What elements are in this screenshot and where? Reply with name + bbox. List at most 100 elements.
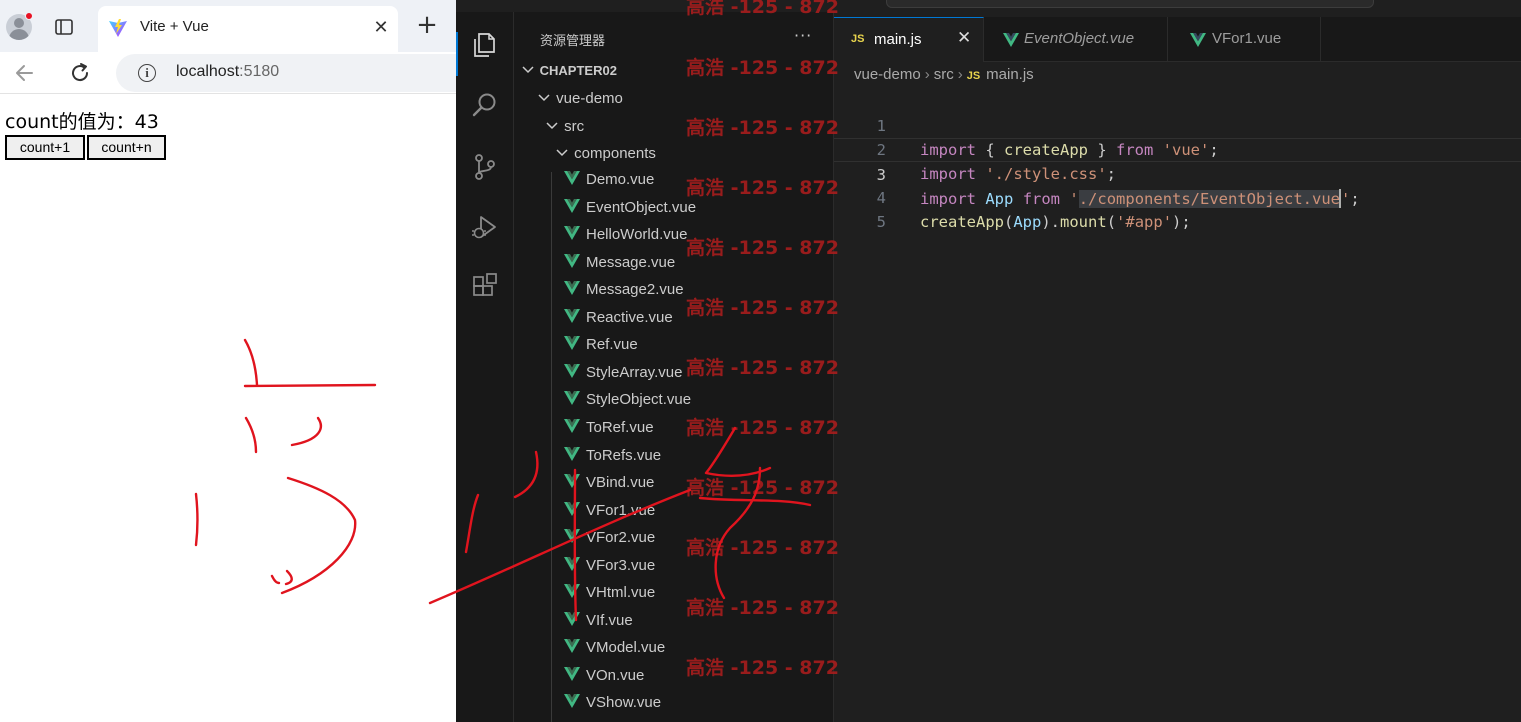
chevron-down-icon (522, 66, 534, 74)
code-line: 1 import { createApp } from 'vue'; (834, 90, 1521, 159)
vue-file-icon (564, 391, 580, 406)
screen: Vite + Vue ✕ + i localhost:5180 count的值为… (0, 0, 1521, 722)
site-info-icon[interactable]: i (138, 64, 156, 82)
vue-file-icon (564, 171, 580, 185)
file-label: Message.vue (586, 253, 676, 271)
file-label: Message2.vue (586, 281, 684, 299)
file-item[interactable]: VFor2.vue (564, 529, 655, 556)
watermark-text: 高浩 -125 - 872 (686, 57, 839, 79)
browser-tab-strip: Vite + Vue ✕ + (0, 0, 456, 52)
file-item[interactable]: HelloWorld.vue (564, 226, 687, 253)
tree-indent-guide (551, 172, 552, 722)
code-line-current: 3 import App from './components/EventObj… (834, 138, 1521, 208)
file-label: VFor2.vue (586, 529, 656, 547)
file-item[interactable]: VBind.vue (564, 474, 654, 501)
editor-tab-eventobject[interactable]: EventObject.vue (984, 17, 1168, 62)
folder-src[interactable]: src (544, 117, 584, 144)
file-item[interactable]: StyleArray.vue (564, 363, 682, 391)
editor-tab-vfor1[interactable]: VFor1.vue (1168, 17, 1321, 62)
editor-area: JS main.js ✕ EventObject.vue VFor1.vue v… (834, 12, 1521, 722)
browser-window: Vite + Vue ✕ + i localhost:5180 count的值为… (0, 0, 456, 722)
watermark-text: 高浩 -125 - 872 (686, 117, 839, 139)
folder-label: vue-demo (556, 90, 623, 107)
file-item[interactable]: VOn.vue (564, 666, 645, 694)
watermark-text: 高浩 -125 - 872 (686, 297, 839, 319)
js-file-icon: JS (851, 33, 865, 45)
file-item[interactable]: Ref.vue (564, 336, 638, 363)
chevron-down-icon (546, 122, 558, 130)
breadcrumb-item[interactable]: src (934, 66, 954, 83)
title-bar (456, 0, 1521, 12)
folder-components[interactable]: components (554, 144, 656, 171)
chevron-right-icon: › (924, 66, 930, 83)
editor-tab-label: main.js (874, 31, 922, 48)
watermark-text: 高浩 -125 - 872 (686, 177, 839, 199)
code-line: 4 createApp(App).mount('#app'); (834, 162, 1521, 231)
file-item[interactable]: VFor3.vue (564, 556, 656, 584)
explorer-icon[interactable] (470, 30, 500, 60)
file-item[interactable]: VIf.vue (564, 611, 633, 639)
file-item[interactable]: ToRefs.vue (564, 446, 662, 474)
search-icon[interactable] (470, 90, 500, 120)
file-item[interactable]: VShow.vue (564, 694, 661, 721)
vue-file-icon (564, 501, 580, 516)
vue-file-icon (564, 308, 580, 323)
file-label: ToRefs.vue (586, 446, 662, 464)
file-label: VOn.vue (586, 666, 645, 684)
folder-vue-demo[interactable]: vue-demo (536, 89, 623, 116)
run-debug-icon[interactable] (470, 212, 500, 242)
count-display: count的值为：43 (5, 111, 159, 133)
watermark-text: 高浩 -125 - 872 (686, 657, 839, 679)
file-item[interactable]: ToRef.vue (564, 418, 654, 446)
file-item[interactable]: Message2.vue (564, 281, 684, 308)
editor-tab-main-js[interactable]: JS main.js ✕ (834, 17, 984, 62)
file-label: ToRef.vue (586, 418, 654, 436)
editor-tab-label: EventObject.vue (1024, 30, 1135, 47)
file-label: VFor3.vue (586, 556, 656, 574)
vue-file-icon (564, 281, 580, 296)
command-center[interactable] (886, 0, 1374, 8)
folder-label: components (574, 145, 656, 162)
file-item[interactable]: VModel.vue (564, 639, 665, 666)
browser-toolbar: i localhost:5180 (0, 52, 456, 94)
count-plus-one-button[interactable]: count+1 (5, 135, 85, 160)
vue-file-icon (564, 556, 580, 571)
tab-actions-icon[interactable] (54, 17, 74, 37)
file-item[interactable]: Reactive.vue (564, 308, 673, 336)
url-host: localhost (176, 63, 240, 80)
vue-file-icon (564, 253, 580, 268)
breadcrumb-item[interactable]: main.js (986, 66, 1034, 83)
file-label: Demo.vue (586, 171, 655, 188)
vue-file-icon (1003, 33, 1019, 47)
watermark-text: 高浩 -125 - 872 (686, 417, 839, 439)
folder-chapter02[interactable]: CHAPTER02 (520, 61, 617, 88)
vue-file-icon (564, 529, 580, 544)
code-line: 5 (834, 186, 1521, 231)
source-control-icon[interactable] (470, 152, 500, 182)
editor-tab-label: VFor1.vue (1212, 30, 1282, 47)
vue-file-icon (1190, 33, 1206, 47)
address-bar[interactable]: i localhost:5180 (116, 54, 456, 92)
file-item[interactable]: VHtml.vue (564, 584, 655, 611)
file-item[interactable]: VFor1.vue (564, 501, 655, 529)
browser-tab-active[interactable]: Vite + Vue ✕ (98, 6, 398, 52)
file-item[interactable]: StyleObject.vue (564, 391, 691, 418)
notification-dot-icon (25, 12, 33, 20)
tab-close-button[interactable]: ✕ (370, 17, 392, 39)
back-arrow-icon[interactable] (12, 60, 38, 86)
count-plus-n-button[interactable]: count+n (87, 135, 166, 160)
line-number: 5 (876, 213, 886, 231)
more-actions-button[interactable]: ··· (794, 26, 812, 45)
file-item[interactable]: EventObject.vue (564, 198, 696, 226)
breadcrumb-item[interactable]: vue-demo (854, 66, 921, 83)
watermark-text: 高浩 -125 - 872 (686, 357, 839, 379)
extensions-icon[interactable] (470, 272, 500, 302)
code-line: 2 import './style.css'; (834, 114, 1521, 183)
file-item[interactable]: Demo.vue (564, 171, 654, 198)
reload-icon[interactable] (67, 60, 93, 86)
new-tab-button[interactable]: + (414, 12, 440, 38)
file-item[interactable]: Message.vue (564, 253, 676, 281)
tab-close-button[interactable]: ✕ (957, 28, 971, 48)
vue-file-icon (564, 198, 580, 213)
explorer-title: 资源管理器 (540, 34, 606, 49)
